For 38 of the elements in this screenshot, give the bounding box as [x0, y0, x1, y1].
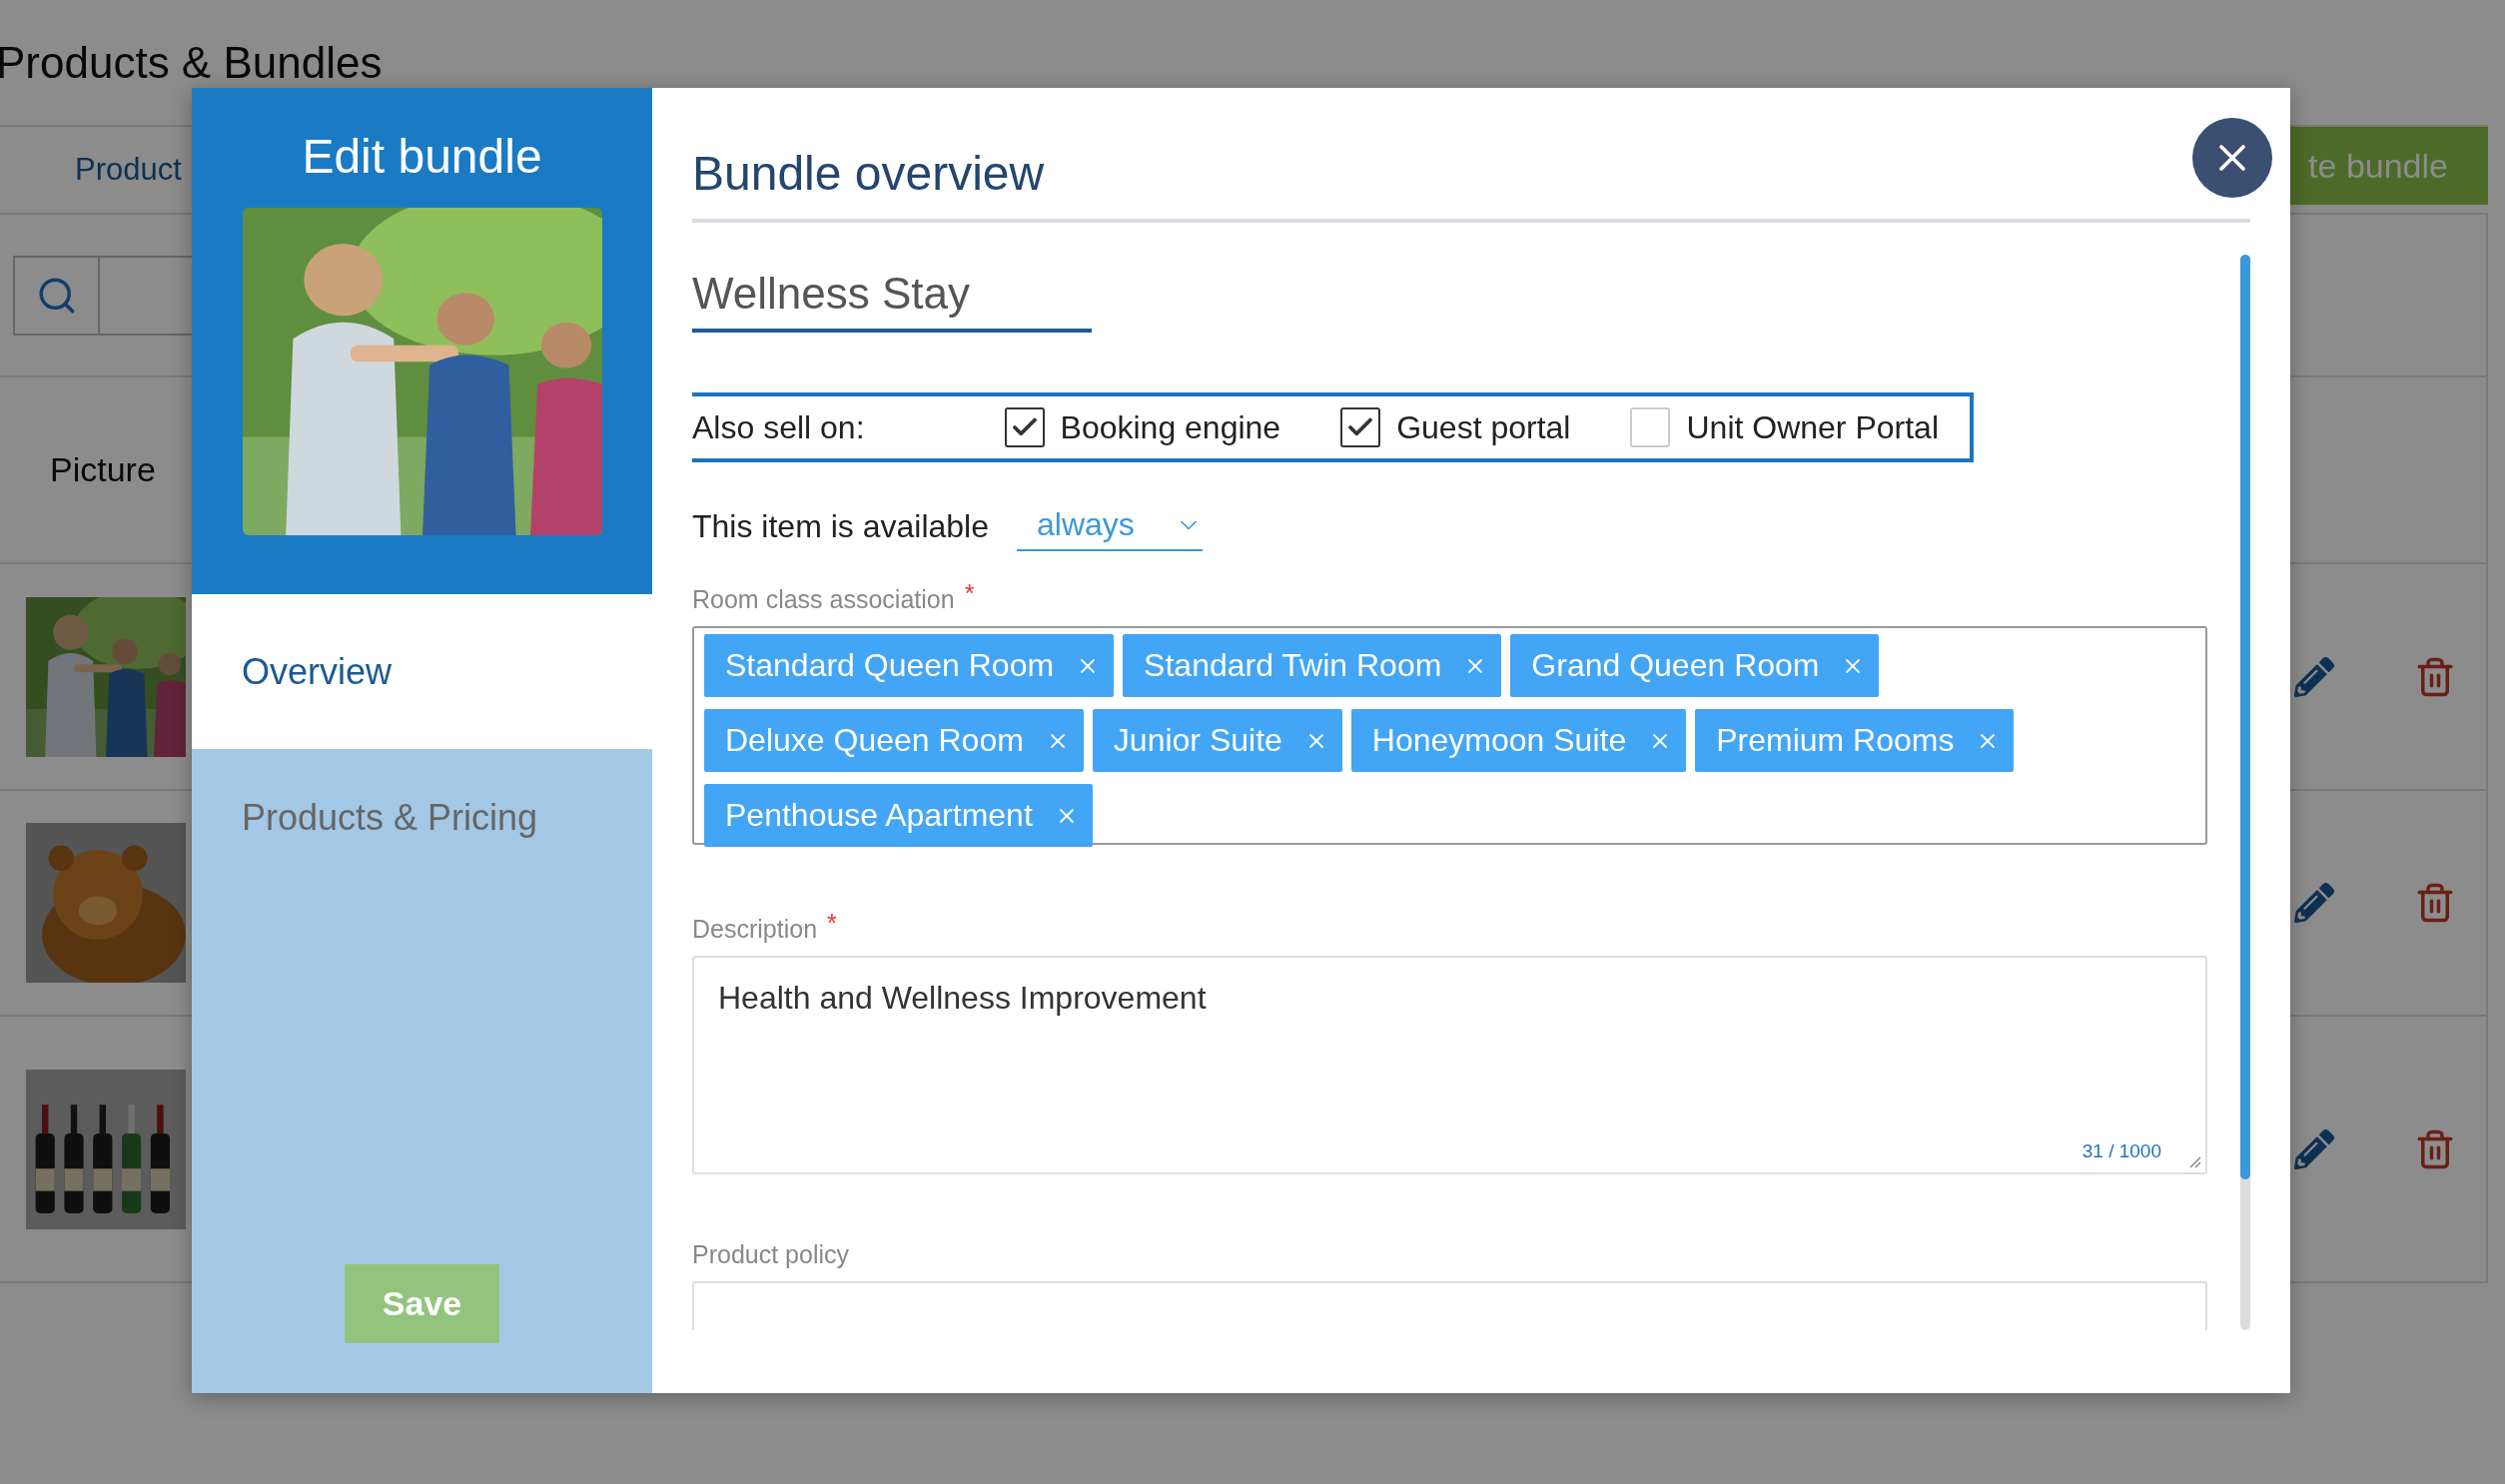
checkbox-label: Booking engine	[1060, 408, 1281, 446]
nav-item[interactable]: Overview	[192, 594, 652, 749]
modal-title: Edit bundle	[302, 129, 542, 185]
checkbox-label: Guest portal	[1396, 408, 1571, 446]
field-label: Product policy	[692, 1240, 850, 1269]
resize-icon[interactable]	[2187, 1154, 2201, 1168]
description-text: Health and Wellness Improvement	[718, 980, 1207, 1016]
room-tag: Grand Queen Room	[1510, 634, 1880, 697]
field-label: Description	[692, 915, 818, 944]
character-counter: 31 / 1000	[2082, 1140, 2161, 1162]
room-tag: Deluxe Queen Room	[704, 709, 1084, 772]
edit-icon[interactable]	[2294, 656, 2334, 697]
required-mark: *	[964, 579, 975, 609]
edit-icon[interactable]	[2294, 1128, 2334, 1169]
room-tag: Standard Queen Room	[704, 634, 1115, 697]
nav-item[interactable]: Products & Pricing	[192, 749, 652, 899]
room-tag: Junior Suite	[1092, 709, 1342, 772]
room-tag: Honeymoon Suite	[1350, 709, 1687, 772]
field-label: Room class association	[692, 585, 955, 614]
checkbox[interactable]	[1340, 407, 1381, 447]
scrollbar[interactable]	[2240, 255, 2250, 1330]
page-title: Products & Bundles	[0, 36, 384, 89]
availability-label: This item is available	[692, 508, 989, 545]
room-tag: Penthouse Apartment	[704, 784, 1093, 847]
required-mark: *	[827, 909, 837, 939]
name-field[interactable]: Wellness Stay	[692, 255, 1092, 333]
save-button[interactable]: Save	[345, 1264, 499, 1343]
edit-icon[interactable]	[2294, 883, 2334, 923]
products-tab[interactable]: Product	[75, 152, 182, 188]
room-tag: Premium Rooms	[1695, 709, 2015, 772]
tag-field[interactable]: Standard Queen Room Standard Twin Room Grand Queen Room Deluxe Queen Room Junior Suite Honeymoon Suite Premium Rooms Penthouse Apartment	[692, 626, 2207, 845]
description-field[interactable]: Health and Wellness Improvement 31 / 1000	[692, 956, 2207, 1174]
checkbox[interactable]	[1004, 407, 1045, 447]
sell-on-label: Also sell on:	[692, 408, 865, 446]
column-header: Picture	[50, 450, 156, 489]
room-tag: Standard Twin Room	[1123, 634, 1502, 697]
availability-select[interactable]: always	[1017, 502, 1203, 551]
checkbox-label: Unit Owner Portal	[1686, 408, 1939, 446]
